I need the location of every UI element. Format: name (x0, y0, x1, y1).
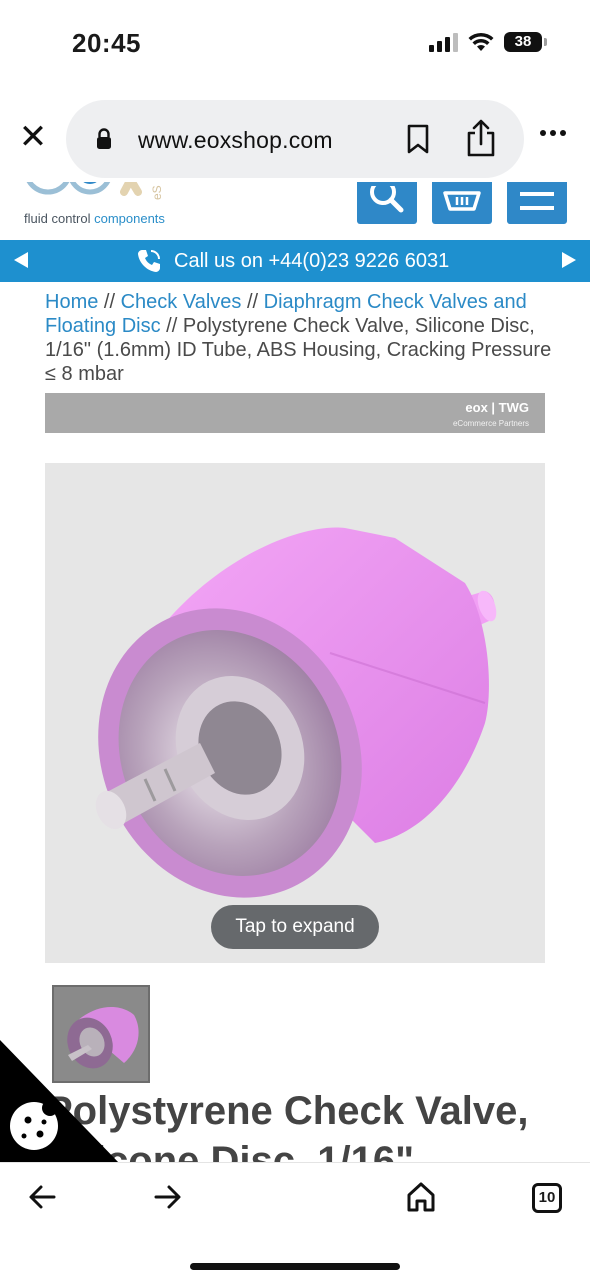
partner-subtitle: eCommerce Partners (452, 419, 529, 428)
search-button[interactable] (357, 182, 417, 224)
check-valve-image (95, 527, 497, 898)
breadcrumb: Home // Check Valves // Diaphragm Check … (45, 290, 565, 386)
breadcrumb-separator: // (246, 291, 259, 313)
breadcrumb-home-link[interactable]: Home (45, 291, 98, 313)
browser-url-row: ✕ www.eoxshop.com (0, 96, 590, 182)
status-indicators: 38 (429, 32, 547, 52)
browser-toolbar: 10 (0, 1162, 590, 1280)
status-bar: 20:45 38 (0, 0, 590, 90)
tap-to-expand-button[interactable]: Tap to expand (211, 905, 379, 949)
forward-arrow-icon[interactable] (154, 1183, 182, 1211)
address-bar[interactable]: www.eoxshop.com (66, 100, 524, 178)
share-icon[interactable] (464, 118, 498, 158)
breadcrumb-separator: // (166, 315, 178, 337)
call-banner: Call us on +44(0)23 9226 6031 (0, 240, 590, 282)
partner-logo: eox | TWG (465, 400, 529, 415)
wifi-icon (468, 32, 494, 51)
product-image[interactable]: Tap to expand (45, 463, 545, 963)
url-text: www.eoxshop.com (138, 127, 333, 153)
breadcrumb-separator: // (103, 291, 116, 313)
bookmark-icon[interactable] (406, 124, 430, 154)
tabs-button[interactable]: 10 (532, 1183, 562, 1213)
battery-icon: 38 (504, 32, 547, 52)
phone-icon (138, 250, 160, 272)
partner-banner: eox | TWG eCommerce Partners (45, 393, 545, 433)
basket-button[interactable] (432, 182, 492, 224)
basket-icon (443, 191, 481, 211)
more-options-icon[interactable] (540, 130, 566, 136)
home-indicator[interactable] (190, 1263, 400, 1270)
eox-logo[interactable]: eS (20, 182, 180, 212)
banner-prev-arrow-icon[interactable] (14, 252, 28, 268)
menu-button[interactable] (507, 182, 567, 224)
call-us-text[interactable]: Call us on +44(0)23 9226 6031 (174, 250, 449, 273)
site-header: eS fluid control components (0, 182, 590, 240)
logo-tagline: fluid control components (24, 211, 165, 226)
banner-next-arrow-icon[interactable] (562, 252, 576, 268)
cellular-signal-icon (429, 32, 458, 52)
status-time: 20:45 (72, 28, 141, 58)
cookie-settings-button[interactable] (0, 1040, 130, 1170)
home-icon[interactable] (406, 1181, 436, 1213)
breadcrumb-check-valves-link[interactable]: Check Valves (121, 291, 242, 313)
hamburger-menu-icon (520, 192, 554, 210)
search-icon (370, 186, 404, 213)
close-icon[interactable]: ✕ (18, 120, 48, 154)
lock-icon (97, 128, 111, 149)
svg-text:eS: eS (150, 185, 164, 200)
back-arrow-icon[interactable] (28, 1183, 56, 1211)
